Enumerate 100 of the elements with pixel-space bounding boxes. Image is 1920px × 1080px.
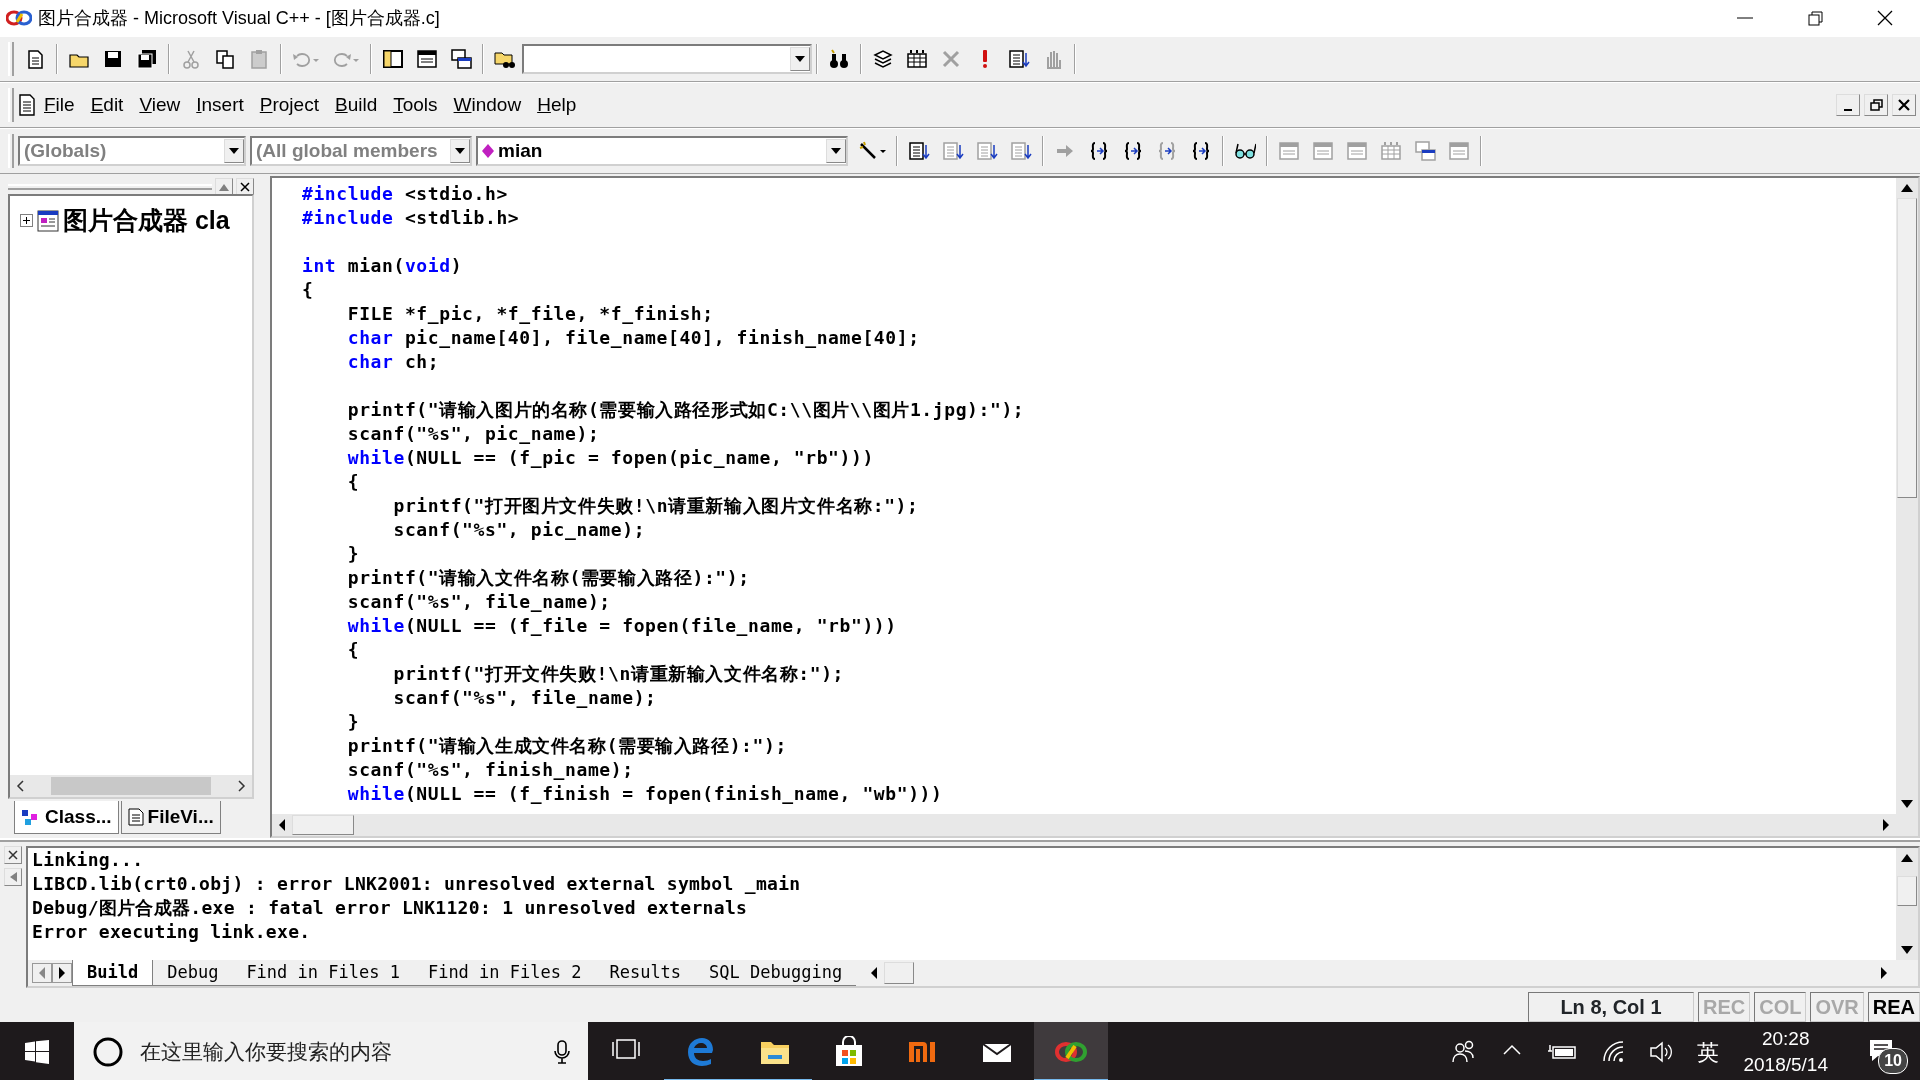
close-icon (7, 849, 19, 861)
output-tab[interactable]: Find in Files 1 (232, 959, 414, 987)
scrollbar-thumb[interactable] (884, 962, 915, 984)
minimize-button[interactable] (1836, 94, 1860, 116)
notification-button[interactable]: 10 (1852, 1022, 1912, 1080)
shopping-bag-icon (833, 1036, 865, 1068)
scroll-down-icon (1901, 946, 1913, 954)
toolbar-grip[interactable] (8, 134, 14, 168)
menu-item[interactable]: Insert (188, 88, 252, 122)
braces-icon (1122, 140, 1144, 162)
menu-item[interactable]: Project (251, 88, 327, 122)
code-line: int mian(void) (302, 254, 464, 278)
microphone-icon (554, 1040, 570, 1064)
output-line: Linking... (32, 848, 145, 872)
output-tab[interactable]: Find in Files 2 (413, 959, 596, 987)
restore-icon (1869, 99, 1883, 111)
text-list-icon (1010, 140, 1032, 162)
close-icon (1898, 99, 1910, 111)
search-bar[interactable]: 在这里输入你要搜索的内容 (74, 1022, 588, 1080)
menu-item[interactable]: Tools (385, 88, 446, 122)
input-method-indicator[interactable]: 英 (1697, 1035, 1720, 1069)
clock-time[interactable]: 20:28 (1743, 1026, 1828, 1052)
menu-item[interactable]: Window (445, 88, 530, 122)
wifi-icon[interactable] (1601, 1039, 1626, 1065)
floppy-disks-icon (136, 48, 158, 70)
code-line: while(NULL == (f_file = fopen(file_name, "rb"))) (346, 614, 898, 638)
code-line: printf("请输入文件名称(需要输入路径):"); (346, 566, 751, 590)
tab-right-button[interactable] (52, 963, 72, 983)
speaker-icon[interactable] (1649, 1039, 1674, 1065)
function-combo-box[interactable]: mian (476, 136, 848, 166)
window-title: 图片合成器 - Microsoft Visual C++ - [图片合成器.c] (38, 6, 440, 30)
exclamation-icon (982, 48, 988, 70)
scrollbar-thumb[interactable] (1897, 876, 1917, 906)
output-tab[interactable]: Debug (153, 959, 233, 987)
search-field[interactable]: 在这里输入你要搜索的内容 (138, 1035, 540, 1069)
menu-item[interactable]: Edit (82, 88, 132, 122)
scroll-left-icon (16, 779, 24, 792)
dropdown-arrow-icon (229, 148, 239, 154)
restore-button[interactable] (1864, 94, 1888, 116)
find-combo-box[interactable] (522, 44, 812, 74)
close-button[interactable] (1892, 94, 1916, 116)
output-tab[interactable]: Build (72, 959, 154, 987)
stacked-windows-icon (1414, 140, 1436, 162)
notification-count: 10 (1878, 1048, 1908, 1074)
menu-item[interactable]: Build (326, 88, 386, 122)
code-line: printf("打开图片文件失败!\n请重新输入图片文件名称:"); (392, 494, 920, 518)
dropdown-arrow-icon (455, 148, 465, 154)
scroll-down-icon (1901, 800, 1913, 808)
vertical-scrollbar[interactable] (1896, 848, 1918, 960)
panel-tab[interactable]: FileVi... (120, 800, 221, 834)
scrollbar-thumb[interactable] (292, 815, 354, 835)
scroll-right-icon (1880, 967, 1888, 979)
tree-item[interactable]: 图片合成器 cla (10, 196, 252, 240)
code-line: } (346, 710, 361, 734)
status-indicator: COL (1754, 992, 1807, 1022)
output-line: Error executing link.exe. (32, 920, 312, 944)
menu-item[interactable]: Help (529, 88, 585, 122)
window-icon (1448, 140, 1470, 162)
scroll-right-icon (238, 779, 246, 792)
scroll-right-icon (1882, 819, 1890, 831)
code-line: scanf("%s", pic_name); (346, 422, 601, 446)
output-tab[interactable]: Results (595, 959, 696, 987)
text-list-icon (1008, 48, 1030, 70)
toolbar-grip[interactable] (8, 88, 14, 122)
code-line: { (302, 278, 315, 302)
minimize-icon (1737, 17, 1753, 19)
visual-studio-button[interactable] (1034, 1022, 1108, 1080)
menu-item[interactable]: View (131, 88, 189, 122)
code-line: scanf("%s", pic_name); (392, 518, 647, 542)
scrollbar-thumb[interactable] (1897, 198, 1917, 498)
clipboard-icon (248, 48, 270, 70)
output-tab[interactable]: SQL Debugging (695, 959, 857, 987)
class-view-icon (37, 209, 59, 232)
close-icon (239, 181, 251, 193)
vertical-scrollbar[interactable] (1896, 178, 1918, 814)
code-line: printf("请输入生成文件名称(需要输入路径):"); (346, 734, 788, 758)
stacked-windows-icon (450, 48, 472, 70)
grid-icon (906, 48, 928, 70)
filter-combo-box[interactable]: (All global members (250, 136, 472, 166)
close-button[interactable] (4, 846, 22, 864)
toolbar-grip[interactable] (8, 42, 14, 76)
scroll-up-icon (1901, 184, 1913, 192)
scrollbar-thumb[interactable] (51, 776, 211, 795)
scope-combo-box[interactable]: (Globals) (18, 136, 246, 166)
status-indicator: REA (1867, 992, 1920, 1022)
code-line: { (346, 470, 361, 494)
menu-item[interactable]: File (36, 88, 83, 122)
code-line: #include <stdio.h> (302, 182, 509, 206)
window-pane-icon (382, 48, 404, 70)
window-icon (1346, 140, 1368, 162)
output-line: LIBCD.lib(crt0.obj) : error LNK2001: unresolved external symbol _main (32, 872, 802, 896)
expand-toggle-icon[interactable] (20, 214, 33, 228)
text-list-icon (908, 140, 930, 162)
clock-date[interactable]: 2018/5/14 (1743, 1052, 1828, 1078)
cursor-position: Ln 8, Col 1 (1527, 992, 1694, 1022)
text-list-icon (942, 140, 964, 162)
code-line: printf("请输入图片的名称(需要输入路径形式如C:\\图片\\图片1.jpg):"); (346, 398, 1026, 422)
panel-tab[interactable]: Class... (14, 800, 119, 834)
scissors-icon (180, 48, 202, 70)
code-line: { (346, 638, 361, 662)
